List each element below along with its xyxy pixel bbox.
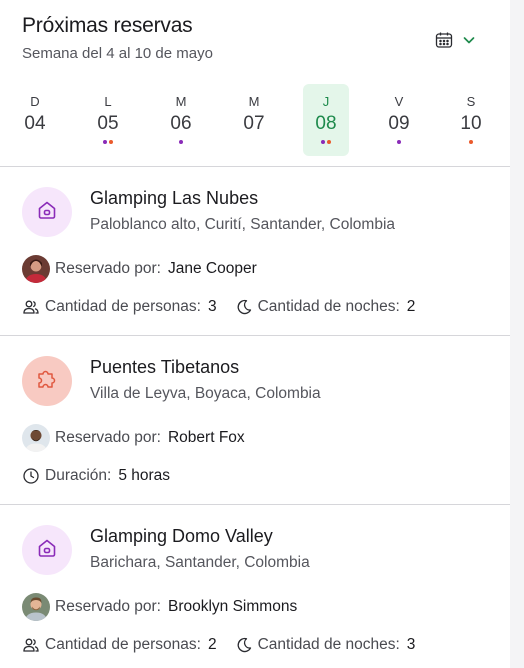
booked-by-row: Reservado por: Robert Fox [22,424,245,452]
reservation-name: Glamping Domo Valley [90,526,273,546]
day-letter: M [175,94,187,109]
persons-count: 2 [207,636,217,653]
event-dots [448,140,494,144]
day-number: 08 [315,113,337,134]
reservation-type-badge [22,356,72,406]
clock-icon [22,467,40,485]
day-number: 09 [388,113,410,134]
event-dots [85,140,131,144]
day-number: 05 [97,113,119,134]
event-dot [397,140,401,144]
day-number: 06 [170,113,192,134]
reservation-card[interactable]: Glamping Domo Valley Barichara, Santande… [0,505,510,668]
reservation-location: Barichara, Santander, Colombia [90,554,310,571]
day-10[interactable]: S 10 [448,84,494,156]
booked-by-row: Reservado por: Jane Cooper [22,255,257,283]
scrollbar-track[interactable] [510,0,524,668]
day-letter: L [104,94,112,109]
nights-count: 3 [406,636,416,653]
booked-by-label: Reservado por: [55,598,161,615]
event-dots [376,140,422,144]
event-dot [179,140,183,144]
day-06[interactable]: M 06 [158,84,204,156]
duration-value: 5 horas [118,467,171,484]
event-dot [327,140,331,144]
booked-by-label: Reservado por: [55,429,161,446]
reservation-name: Glamping Las Nubes [90,188,259,208]
week-range-subtitle: Semana del 4 al 10 de mayo [22,45,213,62]
day-number: 04 [24,113,46,134]
nights-count: 2 [406,298,416,315]
moon-icon [235,298,253,316]
booked-by-name: Robert Fox [167,429,245,446]
reservation-card[interactable]: Glamping Las Nubes Paloblanco alto, Curi… [0,167,510,335]
calendar-dropdown-button[interactable] [434,28,484,52]
booked-by-name: Brooklyn Simmons [167,598,298,615]
booked-by-name: Jane Cooper [167,260,257,277]
reservations-panel: Próximas reservas Semana del 4 al 10 de … [0,0,510,668]
day-letter: J [322,94,330,109]
nights-label: Cantidad de noches: [257,636,400,653]
event-dots [158,140,204,144]
day-letter: M [248,94,260,109]
duration-label: Duración: [45,467,112,484]
reservation-type-badge [22,187,72,237]
persons-label: Cantidad de personas: [45,636,201,653]
avatar [22,255,50,283]
booked-by-label: Reservado por: [55,260,161,277]
avatar [22,593,50,621]
reservation-card[interactable]: Puentes Tibetanos Villa de Leyva, Boyaca… [0,336,510,504]
day-04[interactable]: D 04 [12,84,58,156]
event-dot [109,140,113,144]
event-dot [321,140,325,144]
house-icon [35,198,59,227]
day-number: 07 [243,113,265,134]
panel-header: Próximas reservas Semana del 4 al 10 de … [22,14,492,62]
reservation-location: Villa de Leyva, Boyaca, Colombia [90,385,321,402]
nights-label: Cantidad de noches: [257,298,400,315]
event-dot [103,140,107,144]
week-day-selector: D 04 L 05 M 06 M 07 J 08 V 09 S 10 [0,84,510,156]
reservation-type-badge [22,525,72,575]
calendar-icon [434,30,454,50]
users-icon [22,298,40,316]
chevron-down-icon [462,33,476,47]
persons-count: 3 [207,298,217,315]
day-letter: S [466,94,476,109]
day-05[interactable]: L 05 [85,84,131,156]
day-letter: D [30,94,40,109]
event-dot [469,140,473,144]
reservation-name: Puentes Tibetanos [90,357,240,377]
day-letter: V [394,94,404,109]
day-07[interactable]: M 07 [231,84,277,156]
booked-by-row: Reservado por: Brooklyn Simmons [22,593,297,621]
moon-icon [235,636,253,654]
day-08[interactable]: J 08 [303,84,349,156]
day-number: 10 [460,113,482,134]
day-09[interactable]: V 09 [376,84,422,156]
puzzle-icon [34,366,60,397]
reservation-meta-row: Cantidad de personas: 3 Cantidad de noch… [22,295,415,319]
event-dots [303,140,349,144]
persons-label: Cantidad de personas: [45,298,201,315]
page-title: Próximas reservas [22,14,193,37]
reservation-meta-row: Cantidad de personas: 2 Cantidad de noch… [22,633,415,657]
reservation-location: Paloblanco alto, Curití, Santander, Colo… [90,216,396,233]
users-icon [22,636,40,654]
reservation-meta-row: Duración: 5 horas [22,464,170,488]
avatar [22,424,50,452]
house-icon [35,536,59,565]
